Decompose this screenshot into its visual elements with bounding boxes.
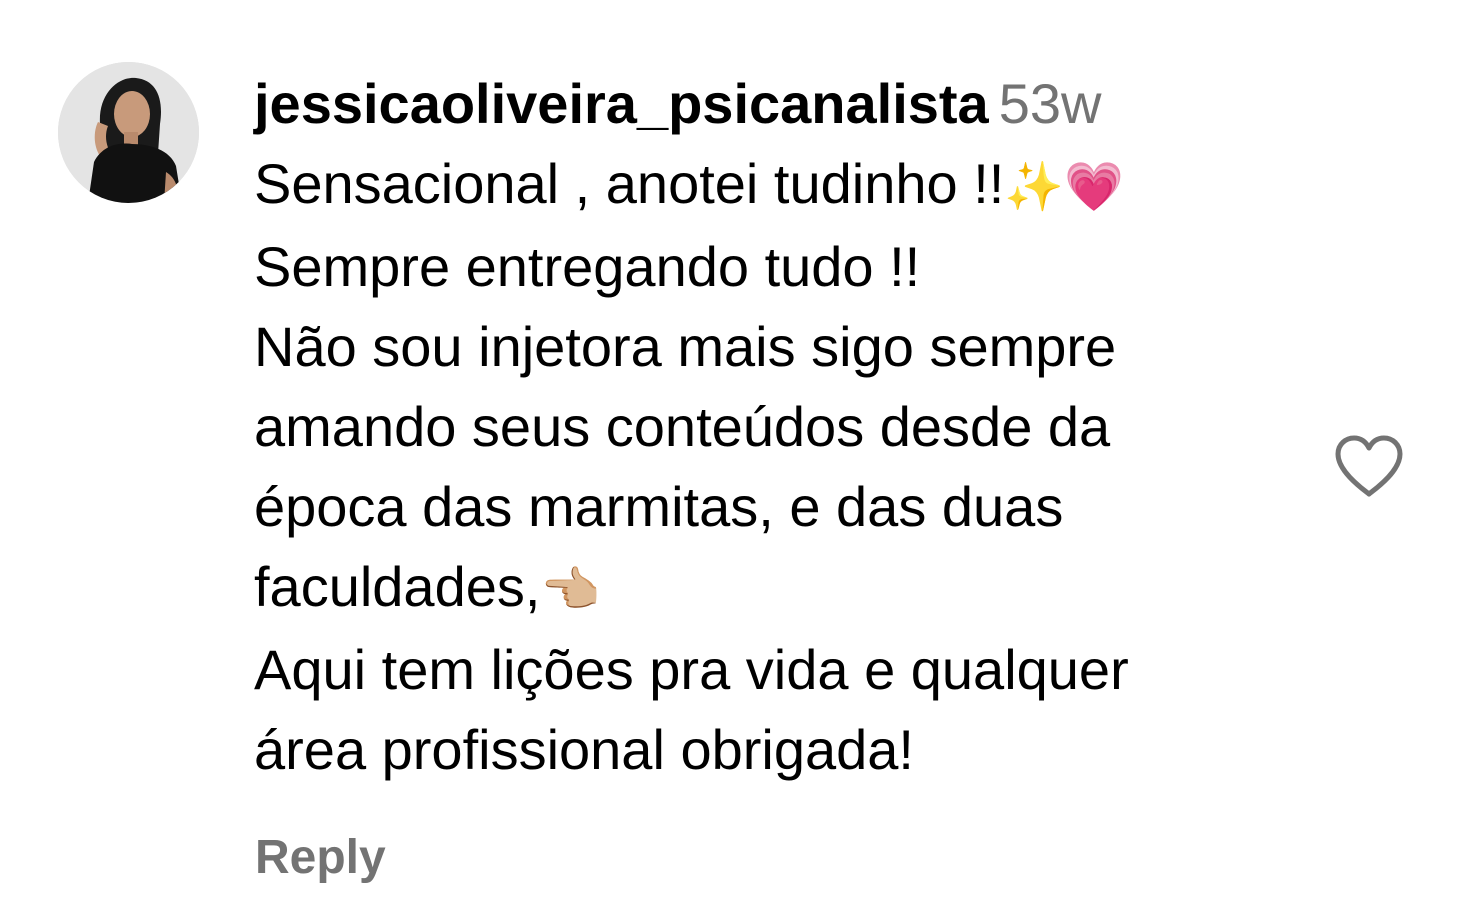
comment-line: área profissional obrigada!	[254, 718, 914, 781]
username-link[interactable]: jessicaoliveira_psicanalista	[254, 72, 989, 135]
comment-line: faculdades,👈🏼	[254, 547, 1314, 630]
pointing-hand-emoji-icon: 👈🏼	[540, 562, 601, 618]
comment-line: Aqui tem lições pra vida e qualquer	[254, 638, 1129, 701]
avatar[interactable]	[58, 62, 199, 203]
comment-body: jessicaoliveira_psicanalista 53w Sensacio…	[254, 72, 1314, 790]
timestamp[interactable]: 53w	[999, 72, 1102, 135]
comment-line-text: faculdades,	[254, 555, 541, 618]
comment-header: jessicaoliveira_psicanalista 53w	[254, 72, 1314, 136]
reply-button[interactable]: Reply	[255, 828, 386, 888]
comment-text: Sensacional , anotei tudinho !!✨💗 Sempre…	[254, 144, 1314, 790]
comment-line: amando seus conteúdos desde da	[254, 395, 1111, 458]
profile-photo-icon	[58, 62, 199, 203]
heart-outline-icon	[1335, 435, 1403, 497]
comment-line-text: Sensacional , anotei tudinho !!	[254, 152, 1005, 215]
comment-item: jessicaoliveira_psicanalista 53w Sensacio…	[0, 0, 1470, 918]
comment-line: época das marmitas, e das duas	[254, 475, 1064, 538]
comment-line: Não sou injetora mais sigo sempre	[254, 315, 1117, 378]
comment-line: Sensacional , anotei tudinho !!✨💗	[254, 144, 1314, 227]
like-button[interactable]	[1334, 434, 1404, 500]
comment-line: Sempre entregando tudo !!	[254, 235, 921, 298]
sparkles-heart-emoji-icon: ✨💗	[1004, 159, 1124, 215]
